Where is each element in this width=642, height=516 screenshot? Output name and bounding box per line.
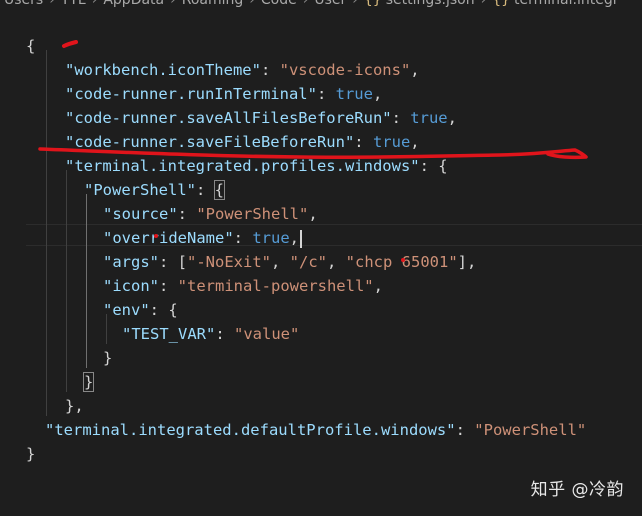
json-bracket-match: { — [213, 180, 226, 200]
code-line-17[interactable]: } — [0, 442, 642, 466]
code-line-6[interactable]: "PowerShell": { — [0, 178, 642, 202]
breadcrumb-item-code[interactable]: Code — [261, 0, 297, 8]
chevron-right-icon: › — [480, 0, 487, 8]
json-string-value: "chcp 65001" — [345, 253, 458, 271]
json-key: "code-runner.saveFileBeforeRun" — [65, 133, 355, 151]
code-line-10[interactable]: "icon": "terminal-powershell", — [0, 274, 642, 298]
json-file-icon: {} — [363, 0, 382, 8]
breadcrumb-item-settings-json[interactable]: settings.json — [386, 0, 475, 8]
json-object-icon: {} — [492, 0, 511, 8]
json-close-brace: } — [26, 445, 36, 463]
json-string-value: "/c" — [289, 253, 327, 271]
code-line-9[interactable]: "args": ["-NoExit", "/c", "chcp 65001"], — [0, 250, 642, 274]
json-key: "args" — [103, 253, 159, 271]
code-line-12[interactable]: "TEST_VAR": "value" — [0, 322, 642, 346]
breadcrumb: Users › YYL › AppData › Roaming › Code › User › {} se… — [0, 0, 642, 8]
chevron-right-icon: › — [91, 0, 98, 8]
text-cursor — [300, 229, 302, 248]
json-string-value: "value" — [234, 325, 300, 343]
json-key: "TEST_VAR" — [122, 325, 216, 343]
chevron-right-icon: › — [352, 0, 358, 8]
breadcrumb-item-appdata[interactable]: AppData — [103, 0, 164, 8]
json-key: "overrideName" — [103, 229, 234, 247]
chevron-right-icon: › — [302, 0, 309, 8]
json-key: "code-runner.runInTerminal" — [65, 85, 317, 103]
json-key: "env" — [103, 301, 150, 319]
breadcrumb-item-roaming[interactable]: Roaming — [182, 0, 244, 8]
zhihu-watermark: 知乎 @冷韵 — [530, 480, 624, 500]
code-line-0[interactable]: { — [0, 34, 642, 58]
json-string-value: "-NoExit" — [187, 253, 271, 271]
code-line-15[interactable]: }, — [0, 394, 642, 418]
json-open-brace: { — [26, 37, 36, 55]
code-editor[interactable]: { "workbench.iconTheme": "vscode-icons",… — [0, 26, 642, 516]
breadcrumb-item-users[interactable]: Users — [4, 0, 43, 8]
code-line-2[interactable]: "code-runner.runInTerminal": true, — [0, 82, 642, 106]
json-boolean-value: true — [252, 229, 290, 247]
json-boolean-value: true — [335, 85, 373, 103]
json-string-value: "PowerShell" — [196, 205, 309, 223]
chevron-right-icon: › — [49, 0, 55, 8]
json-key: "workbench.iconTheme" — [65, 61, 261, 79]
code-line-8[interactable]: "overrideName": true, — [0, 226, 642, 250]
json-key: "code-runner.saveAllFilesBeforeRun" — [65, 109, 392, 127]
code-line-16[interactable]: "terminal.integrated.defaultProfile.wind… — [0, 418, 642, 442]
code-line-7[interactable]: "source": "PowerShell", — [0, 202, 642, 226]
json-key: "icon" — [103, 277, 159, 295]
json-boolean-value: true — [410, 109, 448, 127]
breadcrumb-item-user[interactable]: User — [314, 0, 346, 8]
breadcrumb-item-user-folder[interactable]: YYL — [61, 0, 86, 8]
json-boolean-value: true — [372, 133, 411, 151]
json-key: "terminal.integrated.profiles.windows" — [65, 157, 420, 175]
breadcrumb-item-symbol[interactable]: terminal.integr — [514, 0, 618, 8]
code-line-4[interactable]: "code-runner.saveFileBeforeRun": true, — [0, 130, 642, 154]
json-string-value: "vscode-icons" — [279, 61, 411, 79]
code-line-11[interactable]: "env": { — [0, 298, 642, 322]
code-line-5[interactable]: "terminal.integrated.profiles.windows": … — [0, 154, 642, 178]
code-line-14[interactable]: } — [0, 370, 642, 394]
json-string-value: "terminal-powershell" — [177, 277, 374, 295]
code-line-1[interactable]: "workbench.iconTheme": "vscode-icons", — [0, 58, 642, 82]
json-bracket-match: } — [82, 372, 95, 392]
json-close-brace: }, — [65, 397, 84, 415]
code-line-13[interactable]: } — [0, 346, 642, 370]
chevron-right-icon: › — [170, 0, 176, 8]
json-close-brace: } — [103, 349, 113, 367]
json-key: "PowerShell" — [84, 181, 196, 199]
chevron-right-icon: › — [249, 0, 255, 8]
code-line-3[interactable]: "code-runner.saveAllFilesBeforeRun": tru… — [0, 106, 642, 130]
json-key: "source" — [103, 205, 178, 223]
json-string-value: "PowerShell" — [474, 421, 587, 439]
json-key: "terminal.integrated.defaultProfile.wind… — [45, 421, 456, 439]
